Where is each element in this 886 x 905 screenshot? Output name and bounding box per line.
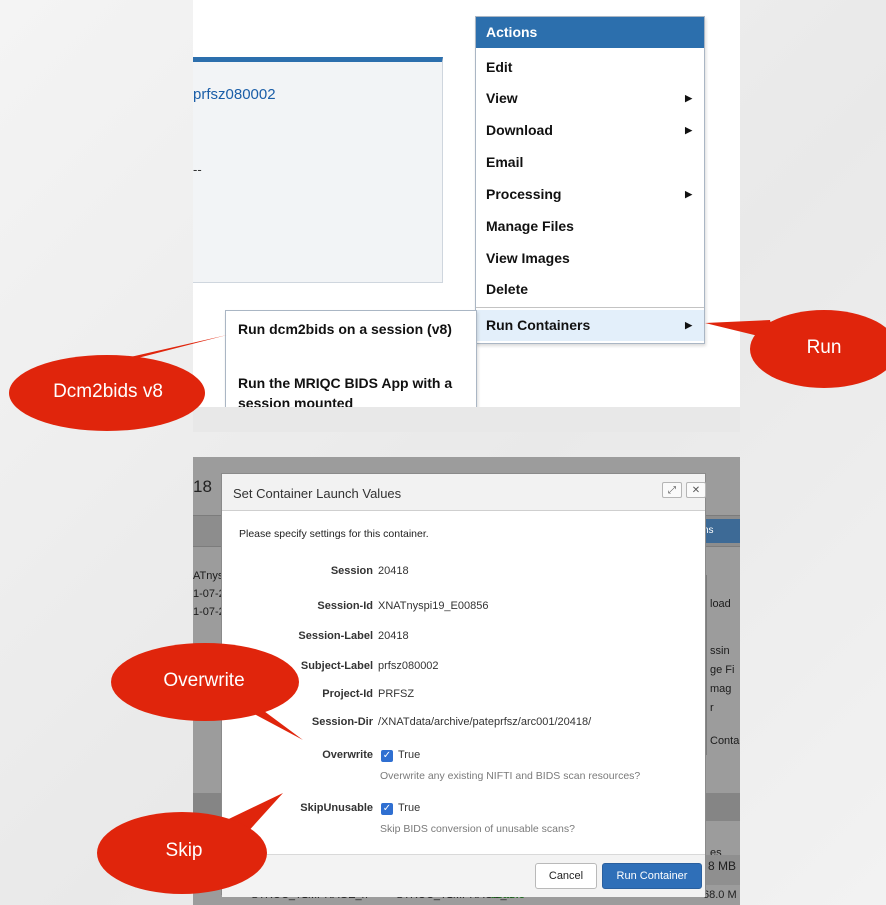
- close-icon[interactable]: ✕: [686, 482, 706, 498]
- field-label-skip-unusable: SkipUnusable: [300, 802, 373, 814]
- run-containers-submenu: Run dcm2bids on a session (v8) Run the M…: [225, 310, 477, 420]
- field-label-overwrite: Overwrite: [322, 749, 373, 761]
- dialog-footer: Cancel Run Container: [222, 854, 705, 897]
- bg-right-fragment: load: [710, 598, 731, 610]
- dialog-header: Set Container Launch Values ⤢ ✕: [222, 474, 706, 511]
- overwrite-help-text: Overwrite any existing NIFTI and BIDS sc…: [380, 770, 641, 782]
- page-bottom-bar: [193, 407, 740, 432]
- actions-menu-header: Actions: [476, 17, 704, 48]
- menu-item-delete[interactable]: Delete: [476, 274, 704, 305]
- run-container-button[interactable]: Run Container: [602, 863, 702, 889]
- bg-right-fragment: ge Fi: [710, 664, 735, 676]
- maximize-icon[interactable]: ⤢: [662, 482, 682, 498]
- submenu-arrow-icon: ▶: [685, 93, 692, 103]
- field-label-session-id: Session-Id: [317, 600, 373, 612]
- menu-item-processing[interactable]: Processing ▶: [476, 179, 704, 210]
- session-info-panel: prfsz080002 --: [193, 57, 443, 283]
- actions-menu: Actions Edit View ▶ Download ▶ Email Proce…: [475, 16, 705, 344]
- overwrite-callout-text: Overwrite: [163, 670, 245, 691]
- empty-value-dash: --: [193, 162, 202, 177]
- bg-right-fragment: ssin: [710, 645, 730, 657]
- menu-item-view-images[interactable]: View Images: [476, 243, 704, 274]
- field-value-subject-label: prfsz080002: [378, 660, 439, 672]
- bg-left-fragment: ATnys: [193, 570, 224, 582]
- menu-item-label: Run Containers: [486, 317, 591, 333]
- overwrite-checkbox-label[interactable]: True: [398, 749, 420, 761]
- field-label-session: Session: [330, 565, 373, 577]
- menu-item-run-containers[interactable]: Run Containers ▶: [476, 310, 704, 341]
- menu-item-label: Processing: [486, 186, 562, 202]
- field-value-session-dir: /XNATdata/archive/pateprfsz/arc001/20418…: [378, 716, 592, 728]
- field-value-session-id: XNATnyspi19_E00856: [378, 600, 489, 612]
- menu-item-label: View: [486, 90, 518, 106]
- menu-item-label: Manage Files: [486, 218, 574, 234]
- bg-page-title-fragment: 18: [193, 477, 212, 496]
- menu-item-label: Edit: [486, 59, 513, 75]
- menu-item-view[interactable]: View ▶: [476, 83, 704, 114]
- skip-callout-text: Skip: [165, 840, 203, 861]
- dialog-title: Set Container Launch Values: [233, 486, 402, 501]
- menu-item-label: View Images: [486, 250, 570, 266]
- run-callout-text: Run: [806, 337, 842, 358]
- skip-unusable-checkbox[interactable]: ✓: [381, 803, 393, 815]
- menu-item-download[interactable]: Download ▶: [476, 115, 704, 146]
- container-launch-dialog: Set Container Launch Values ⤢ ✕ Please s…: [221, 473, 706, 897]
- menu-item-label: Delete: [486, 281, 529, 297]
- field-value-session: 20418: [378, 565, 409, 577]
- field-value-session-label: 20418: [378, 630, 409, 642]
- dcm2bids-callout-text: Dcm2bids v8: [53, 381, 163, 402]
- menu-divider: [476, 307, 704, 308]
- cancel-button[interactable]: Cancel: [535, 863, 597, 889]
- menu-item-label: Email: [486, 154, 524, 170]
- subject-link[interactable]: prfsz080002: [193, 86, 276, 103]
- skip-unusable-checkbox-label[interactable]: True: [398, 802, 420, 814]
- bg-right-fragment: mag: [710, 683, 732, 695]
- menu-item-manage-files[interactable]: Manage Files: [476, 211, 704, 242]
- submenu-arrow-icon: ▶: [685, 189, 692, 199]
- field-value-project-id: PRFSZ: [378, 688, 415, 700]
- bg-right-fragment: r: [710, 702, 714, 714]
- submenu-arrow-icon: ▶: [685, 125, 692, 135]
- submenu-arrow-icon: ▶: [685, 320, 692, 330]
- bg-scan-size: 68.0 M: [703, 889, 737, 901]
- menu-item-edit[interactable]: Edit: [476, 52, 704, 83]
- dialog-intro: Please specify settings for this contain…: [239, 528, 429, 540]
- bg-size-fragment: 8 MB: [708, 859, 737, 873]
- overwrite-checkbox[interactable]: ✓: [381, 750, 393, 762]
- actions-menu-screenshot: prfsz080002 -- Actions Edit View ▶ Downlo…: [193, 0, 740, 432]
- bg-actions-tab: ns: [703, 519, 740, 543]
- skip-unusable-help-text: Skip BIDS conversion of unusable scans?: [380, 823, 575, 835]
- submenu-item-dcm2bids[interactable]: Run dcm2bids on a session (v8): [238, 319, 470, 339]
- field-label-session-dir: Session-Dir: [311, 716, 373, 728]
- bg-right-fragment: Conta: [710, 735, 740, 747]
- field-label-session-label: Session-Label: [298, 630, 373, 642]
- menu-item-label: Download: [486, 122, 553, 138]
- menu-item-email[interactable]: Email: [476, 147, 704, 178]
